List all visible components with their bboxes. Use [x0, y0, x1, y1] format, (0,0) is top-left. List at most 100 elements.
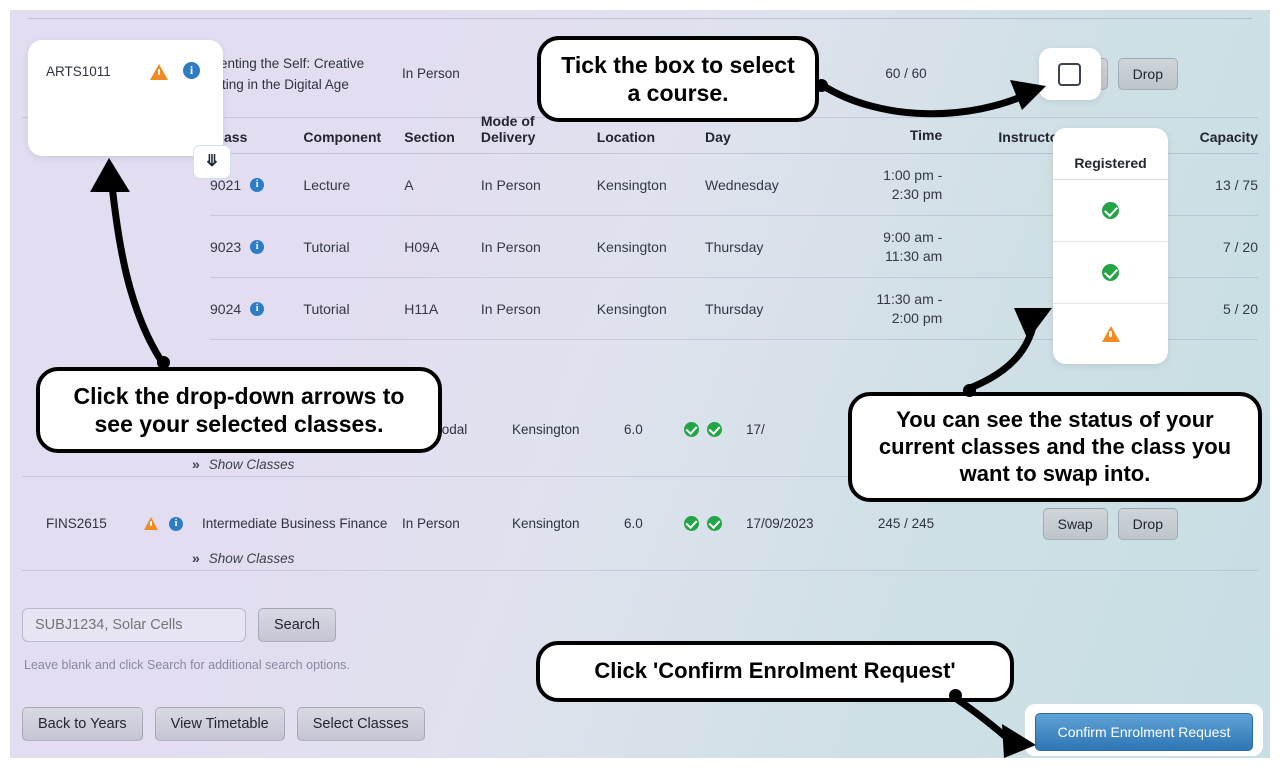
info-circle-icon[interactable]: i — [250, 239, 265, 254]
course-title: Intermediate Business Finance — [202, 516, 388, 531]
class-location: Kensington — [596, 300, 667, 317]
search-hint: Leave blank and click Search for additio… — [24, 658, 350, 672]
course-units: 6.0 — [624, 516, 643, 531]
class-day: Wednesday — [705, 176, 779, 193]
footer-button-bar: Back to Years View Timetable Select Clas… — [22, 707, 425, 741]
info-circle-icon[interactable]: i — [250, 177, 265, 192]
callout-anchor-dot — [949, 689, 962, 702]
course-flags — [684, 516, 746, 531]
info-circle-icon[interactable]: i — [183, 62, 200, 79]
course-units: 6.0 — [624, 422, 643, 437]
course-code: ARTS1011 — [46, 64, 111, 79]
class-number: 9023 — [210, 238, 242, 255]
double-chevron-right-icon: » — [192, 456, 200, 472]
registered-status-cell — [1053, 180, 1168, 242]
course-location: Kensington — [512, 516, 580, 531]
registered-status-cell — [1053, 304, 1168, 364]
class-time: 9:00 am - 11:30 am — [821, 228, 942, 266]
header-registered: Registered — [1053, 128, 1168, 180]
spotlight-select-checkbox — [1039, 48, 1101, 100]
class-capacity: 7 / 20 — [1222, 238, 1258, 255]
show-classes-toggle[interactable]: » Show Classes — [192, 550, 294, 566]
arrow-to-confirm — [954, 696, 1016, 746]
course-select-checkbox[interactable] — [1058, 63, 1081, 86]
class-component: Tutorial — [303, 300, 350, 317]
show-classes-toggle[interactable]: » Show Classes — [192, 456, 294, 472]
warning-triangle-icon[interactable] — [150, 64, 168, 85]
class-capacity: 5 / 20 — [1222, 300, 1258, 317]
course-date: 17/09/2023 — [746, 516, 814, 531]
confirm-enrolment-request-button[interactable]: Confirm Enrolment Request — [1035, 713, 1253, 751]
registered-status-cell — [1053, 242, 1168, 304]
class-section: H11A — [404, 300, 439, 317]
course-actions: Swap Drop — [1036, 507, 1186, 540]
header-location: Location — [596, 129, 656, 145]
show-classes-dropdown-button[interactable]: ⤋ — [193, 145, 231, 179]
class-time-line2: 11:30 am — [884, 247, 943, 264]
header-instructor: Instructor — [998, 129, 1064, 145]
course-capacity: 245 / 245 — [877, 516, 935, 531]
enrolment-page: ARTS1011 i Inventing the Self: Creative … — [10, 10, 1270, 758]
class-section: A — [404, 176, 414, 193]
course-status-icons: i — [144, 516, 202, 531]
view-timetable-button[interactable]: View Timetable — [154, 707, 285, 741]
callout-anchor-dot — [815, 79, 828, 92]
show-classes-label: Show Classes — [208, 550, 295, 566]
class-capacity: 13 / 75 — [1215, 176, 1258, 193]
info-circle-icon[interactable]: i — [169, 516, 183, 531]
course-title: Inventing the Self: Creative Writing in … — [202, 55, 365, 92]
header-capacity: Capacity — [1199, 129, 1258, 145]
swap-button[interactable]: Swap — [1042, 507, 1108, 540]
class-day: Thursday — [705, 300, 764, 317]
top-divider — [28, 18, 1252, 19]
class-component: Tutorial — [303, 238, 350, 255]
drop-button[interactable]: Drop — [1117, 57, 1178, 90]
class-time-line2: 2:00 pm — [891, 309, 943, 326]
class-number-cell: 9024 i — [210, 301, 303, 317]
search-input[interactable] — [22, 608, 246, 642]
class-time-line2: 2:30 pm — [891, 185, 943, 202]
drop-button[interactable]: Drop — [1117, 507, 1178, 540]
course-location: Kensington — [512, 422, 580, 437]
header-class: Class — [210, 129, 248, 145]
double-chevron-right-icon: » — [192, 550, 200, 566]
course-flags — [684, 422, 746, 437]
spotlight-course-code: ARTS1011 i ⤋ — [28, 40, 231, 179]
class-time-line1: 11:30 am - — [876, 290, 943, 307]
class-mode: In Person — [480, 176, 541, 193]
header-component: Component — [303, 129, 382, 145]
screenshot-stage: ARTS1011 i Inventing the Self: Creative … — [0, 0, 1280, 768]
class-section: H09A — [404, 238, 440, 255]
class-number: 9024 — [210, 300, 242, 317]
class-day: Thursday — [705, 238, 764, 255]
class-time-line1: 1:00 pm - — [883, 166, 943, 183]
check-circle-icon — [1102, 202, 1119, 219]
course-date: 17/ — [746, 422, 765, 437]
callout-click-confirm: Click 'Confirm Enrolment Request' — [536, 641, 1014, 702]
show-classes-label: Show Classes — [208, 456, 295, 472]
class-component: Lecture — [303, 176, 351, 193]
course-code: FINS2615 — [46, 516, 107, 531]
double-chevron-down-icon: ⤋ — [205, 153, 219, 170]
callout-tick-the-box: Tick the box to select a course. — [537, 36, 819, 123]
select-classes-button[interactable]: Select Classes — [296, 707, 425, 741]
header-section: Section — [404, 129, 455, 145]
warning-triangle-icon[interactable] — [144, 517, 158, 530]
class-time: 1:00 pm - 2:30 pm — [821, 166, 942, 204]
class-number-cell: 9023 i — [210, 239, 303, 255]
course-search-area: Search — [22, 608, 336, 642]
warning-triangle-icon — [1101, 326, 1120, 342]
class-location: Kensington — [596, 238, 667, 255]
back-to-years-button[interactable]: Back to Years — [22, 707, 143, 741]
check-circle-icon — [1102, 264, 1119, 281]
header-day: Day — [705, 129, 731, 145]
callout-click-dropdown: Click the drop-down arrows to see your s… — [36, 367, 442, 454]
check-circle-icon — [684, 516, 699, 531]
check-circle-icon — [707, 516, 722, 531]
info-circle-icon[interactable]: i — [250, 301, 265, 316]
course-mode: In Person — [402, 516, 460, 531]
class-location: Kensington — [596, 176, 667, 193]
header-mode-line2: Delivery — [480, 129, 536, 145]
search-button[interactable]: Search — [258, 608, 336, 642]
class-time-line1: 9:00 am - — [883, 228, 943, 245]
